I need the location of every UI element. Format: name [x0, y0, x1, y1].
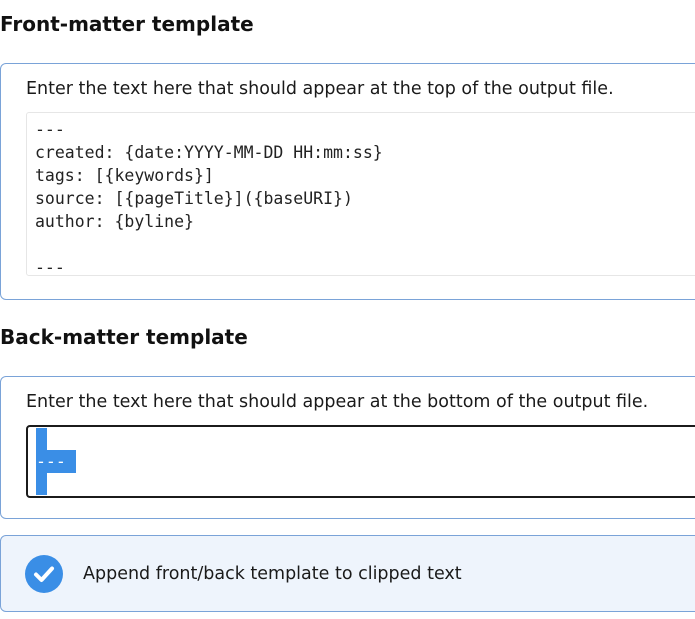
append-template-label: Append front/back template to clipped te… — [83, 564, 462, 584]
back-matter-panel: Enter the text here that should appear a… — [0, 376, 695, 519]
append-template-option[interactable]: Append front/back template to clipped te… — [0, 535, 695, 612]
back-matter-description: Enter the text here that should appear a… — [26, 392, 649, 412]
front-matter-description: Enter the text here that should appear a… — [26, 79, 614, 99]
front-matter-textarea[interactable]: --- created: {date:YYYY-MM-DD HH:mm:ss} … — [26, 112, 695, 276]
selection-highlight — [36, 473, 47, 495]
template-settings-page: Front-matter template Enter the text her… — [0, 0, 695, 619]
back-matter-textarea[interactable]: --- — [26, 425, 695, 498]
back-matter-heading: Back-matter template — [0, 325, 248, 349]
back-matter-selected-text: --- — [36, 450, 76, 473]
front-matter-heading: Front-matter template — [0, 12, 254, 36]
front-matter-panel: Enter the text here that should appear a… — [0, 63, 695, 300]
checkmark-icon[interactable] — [25, 555, 63, 593]
selection-highlight — [36, 428, 47, 450]
